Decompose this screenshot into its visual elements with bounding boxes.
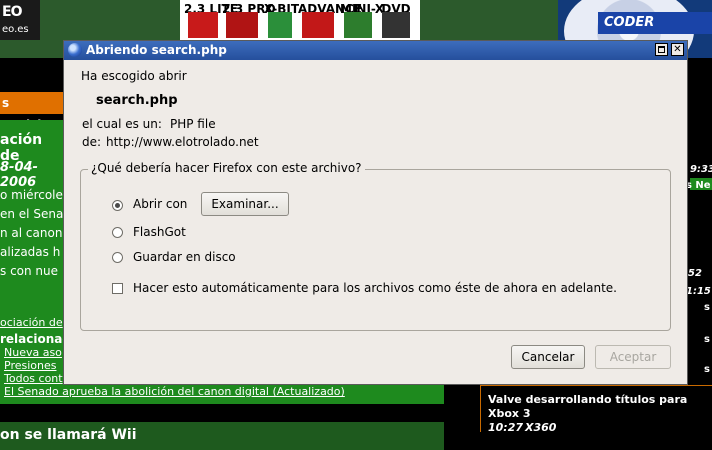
maximize-button[interactable] xyxy=(655,43,668,56)
related-link[interactable]: Nueva aso xyxy=(4,346,63,359)
site-logo[interactable]: EO eo.es xyxy=(0,0,40,40)
article-link[interactable]: ociación de xyxy=(0,316,63,329)
browse-button[interactable]: Examinar... xyxy=(201,192,289,216)
filename-label: search.php xyxy=(96,93,178,108)
wii-news-headline[interactable]: on se llamará Wii xyxy=(0,422,444,450)
auto-action-checkbox[interactable] xyxy=(112,283,123,294)
cancel-button[interactable]: Cancelar xyxy=(511,345,585,369)
senado-news-link-row: El Senado aprueba la abolición del canon… xyxy=(0,384,444,404)
banner-product: MINI-X xyxy=(340,0,384,40)
news-article-panel: ación de 8-04-2006 o miércole en el Sena… xyxy=(0,120,71,400)
banner-product: 2.3 LITE xyxy=(184,0,238,40)
senado-news-link[interactable]: El Senado aprueba la abolición del canon… xyxy=(4,385,345,398)
banner-product: X-BIT xyxy=(264,0,299,40)
open-with-label[interactable]: Abrir con xyxy=(133,197,187,211)
action-question: ¿Qué debería hacer Firefox con este arch… xyxy=(88,161,365,175)
related-links: Nueva aso Presiones Todos cont xyxy=(4,346,63,385)
flashgot-radio[interactable] xyxy=(112,227,123,238)
save-to-disk-radio[interactable] xyxy=(112,252,123,263)
news-section-tab[interactable]: s Noticias xyxy=(0,92,66,132)
dialog-titlebar[interactable]: Abriendo search.php ✕ xyxy=(64,41,687,60)
from-value: http://www.elotrolado.net xyxy=(106,135,259,149)
save-to-disk-label[interactable]: Guardar en disco xyxy=(133,250,236,264)
from-label: de: xyxy=(82,135,102,149)
open-with-radio[interactable] xyxy=(112,200,123,211)
article-body: o miércole en el Sena n al canon alizada… xyxy=(0,188,64,278)
ad-banner[interactable]: 2.3 LITE 2.3 PRO X-BIT ADVANCE MINI-X DV… xyxy=(180,0,420,40)
banner-product: DVD xyxy=(378,0,414,40)
intro-label: Ha escogido abrir xyxy=(81,69,187,83)
side-news-item[interactable]: Valve desarrollando títulos para Xbox 3 … xyxy=(488,393,712,435)
banner-product: ADVANCE xyxy=(298,0,362,40)
accept-button[interactable]: Aceptar xyxy=(595,345,671,369)
banner-product: 2.3 PRO xyxy=(222,0,276,40)
type-value: PHP file xyxy=(170,117,216,131)
open-file-dialog: Abriendo search.php ✕ Ha escogido abrir … xyxy=(63,40,688,385)
close-button[interactable]: ✕ xyxy=(671,43,684,56)
flashgot-label[interactable]: FlashGot xyxy=(133,225,186,239)
type-label: el cual es un: xyxy=(82,117,162,131)
close-icon: ✕ xyxy=(673,44,682,55)
dialog-title: Abriendo search.php xyxy=(86,43,227,57)
related-link[interactable]: Presiones xyxy=(4,359,63,372)
firefox-globe-icon xyxy=(68,43,82,57)
auto-action-label[interactable]: Hacer esto automáticamente para los arch… xyxy=(133,281,617,295)
